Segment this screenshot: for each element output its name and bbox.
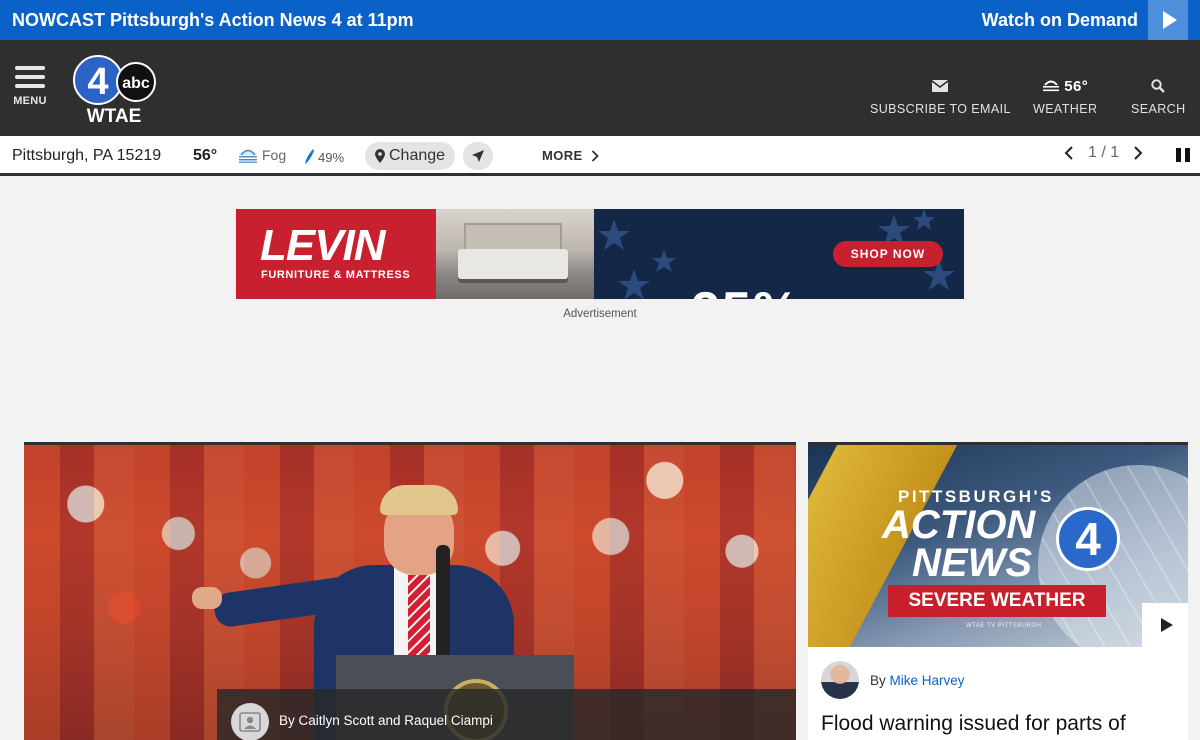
raindrop-icon	[305, 149, 314, 164]
ad-bedroom-image	[436, 209, 594, 299]
ad-brand-sub: FURNITURE & MATTRESS	[261, 269, 411, 281]
site-header: MENU 4 abc WTAE SUBSCRIBE TO EMAIL 56° W…	[0, 40, 1200, 136]
wtae-logo[interactable]: 4 abc WTAE	[72, 54, 162, 126]
side-story-card[interactable]: PITTSBURGH'S ACTION NEWS 4 SEVERE WEATHE…	[808, 442, 1188, 740]
hamburger-icon	[12, 66, 48, 88]
by-prefix: By	[870, 673, 890, 688]
envelope-icon	[870, 76, 1011, 96]
humidity-text: 49%	[318, 149, 345, 165]
chevron-right-icon	[591, 149, 599, 162]
logo-abc-text: abc	[122, 75, 150, 92]
pager-text: 1 / 1	[1088, 144, 1120, 161]
fog-icon	[239, 149, 257, 163]
fog-icon	[1043, 80, 1060, 92]
main-story-byline: By Caitlyn Scott and Raquel Ciampi	[217, 689, 796, 740]
search-icon	[1131, 76, 1186, 96]
pause-icon	[1176, 148, 1181, 162]
nowcast-link[interactable]: NOWCAST Pittsburgh's Action News 4 at 11…	[12, 10, 414, 31]
advertisement-label: Advertisement	[563, 308, 637, 320]
location-text: Pittsburgh, PA 15219	[12, 147, 162, 164]
thumb-four: 4	[1056, 507, 1120, 571]
more-weather-link[interactable]: MORE	[542, 148, 599, 163]
watch-on-demand-play-button[interactable]	[1148, 0, 1188, 40]
main-story-image[interactable]: By Caitlyn Scott and Raquel Ciampi	[24, 442, 796, 740]
video-play-button[interactable]	[1142, 603, 1188, 647]
menu-button[interactable]: MENU	[12, 66, 48, 107]
search-label: SEARCH	[1131, 102, 1186, 116]
advertisement-banner[interactable]: LEVIN FURNITURE & MATTRESS SHOP NOW 25%	[236, 209, 964, 299]
chevron-right-icon[interactable]	[1133, 145, 1143, 161]
subscribe-email-button[interactable]: SUBSCRIBE TO EMAIL	[870, 76, 1011, 116]
weather-bar: Pittsburgh, PA 15219 56° Fog 49% Change …	[0, 136, 1200, 176]
header-weather-temp: 56°	[1064, 77, 1089, 95]
weather-button[interactable]: 56° WEATHER	[1033, 76, 1098, 117]
author-avatar	[821, 661, 859, 699]
main-byline-text: By Caitlyn Scott and Raquel Ciampi	[279, 713, 493, 728]
search-button[interactable]: SEARCH	[1131, 76, 1186, 116]
more-label: MORE	[542, 148, 583, 163]
thumb-small-text: WTAE TV PITTSBURGH	[966, 623, 1042, 629]
nowcast-bar: NOWCAST Pittsburgh's Action News 4 at 11…	[0, 0, 1200, 40]
play-icon	[1160, 618, 1173, 632]
alert-pager: 1 / 1	[1064, 144, 1143, 162]
play-icon	[1162, 11, 1177, 29]
condition: Fog	[238, 147, 286, 163]
subscribe-label: SUBSCRIBE TO EMAIL	[870, 102, 1011, 116]
condition-text: Fog	[262, 147, 287, 163]
ad-brand-panel: LEVIN FURNITURE & MATTRESS	[236, 209, 436, 299]
menu-label: MENU	[13, 95, 47, 107]
author-link[interactable]: Mike Harvey	[890, 673, 965, 688]
use-my-location-button[interactable]	[463, 142, 493, 170]
side-story-video-thumbnail[interactable]: PITTSBURGH'S ACTION NEWS 4 SEVERE WEATHE…	[808, 445, 1188, 647]
humidity: 49%	[303, 148, 344, 166]
change-label: Change	[389, 147, 446, 164]
logo-wtae-text: WTAE	[87, 106, 142, 126]
side-byline: By Mike Harvey	[870, 673, 965, 688]
weather-label: WEATHER	[1033, 102, 1098, 116]
author-avatar	[231, 703, 269, 740]
severe-weather-banner: SEVERE WEATHER	[888, 585, 1106, 617]
watch-on-demand-link[interactable]: Watch on Demand	[982, 10, 1138, 31]
shop-now-button[interactable]: SHOP NOW	[833, 241, 943, 267]
location-arrow-icon	[472, 150, 484, 162]
logo-four-text: 4	[87, 61, 108, 103]
side-story-headline[interactable]: Flood warning issued for parts of wester…	[821, 711, 1181, 740]
current-temp: 56°	[193, 147, 218, 164]
person-card-icon	[239, 712, 261, 732]
ad-partial-number: 25%	[691, 281, 801, 299]
thumb-line2: ACTION	[882, 503, 1036, 547]
map-pin-icon	[375, 149, 385, 163]
change-location-button[interactable]: Change	[365, 142, 456, 170]
pause-button[interactable]	[1176, 148, 1190, 162]
ad-brand: LEVIN	[260, 221, 386, 270]
thumb-line3: NEWS	[912, 541, 1032, 585]
chevron-left-icon[interactable]	[1064, 145, 1074, 161]
